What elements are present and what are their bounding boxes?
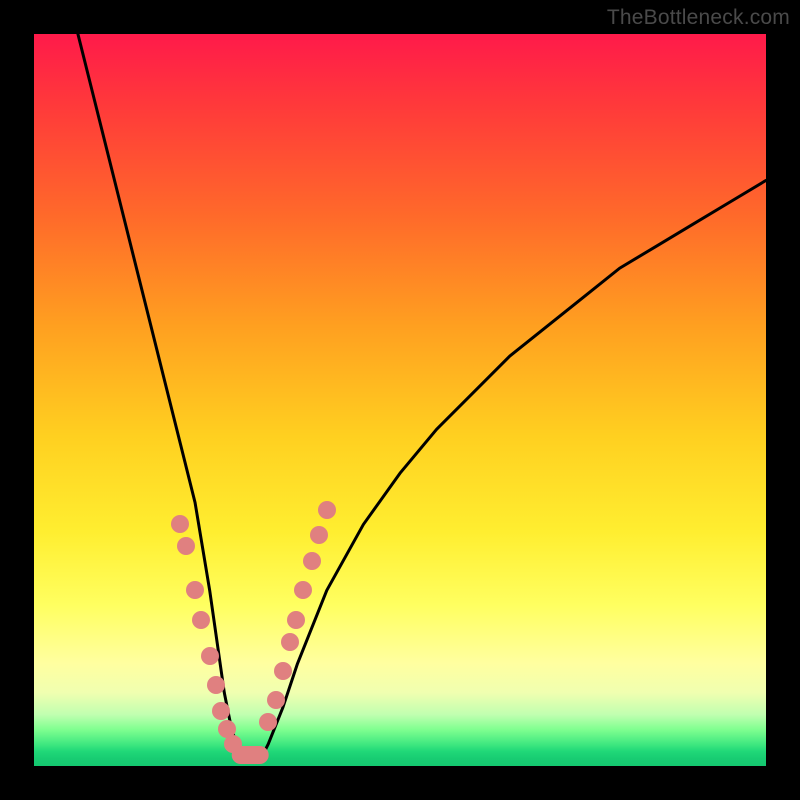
plot-area xyxy=(34,34,766,766)
data-marker xyxy=(303,552,321,570)
data-marker xyxy=(294,581,312,599)
watermark-label: TheBottleneck.com xyxy=(607,6,790,30)
data-marker xyxy=(212,702,230,720)
chart-frame: TheBottleneck.com xyxy=(0,0,800,800)
data-marker xyxy=(310,526,328,544)
data-marker xyxy=(201,647,219,665)
curve-svg xyxy=(34,34,766,766)
data-marker xyxy=(267,691,285,709)
data-marker xyxy=(186,581,204,599)
data-marker xyxy=(192,611,210,629)
bottleneck-curve xyxy=(78,34,766,759)
data-marker xyxy=(274,662,292,680)
data-marker xyxy=(259,713,277,731)
data-marker xyxy=(177,537,195,555)
data-marker xyxy=(281,633,299,651)
data-marker xyxy=(171,515,189,533)
data-marker xyxy=(287,611,305,629)
data-marker xyxy=(318,501,336,519)
data-marker xyxy=(207,676,225,694)
minimum-bar xyxy=(232,746,269,764)
